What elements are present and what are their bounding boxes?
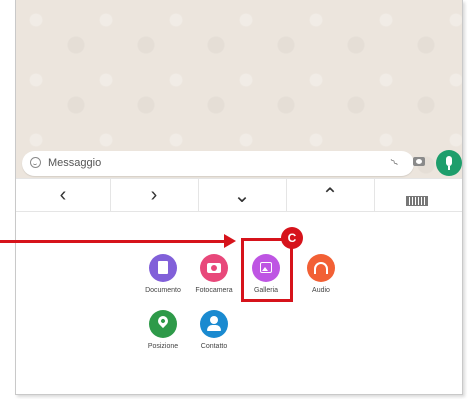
annotation-highlight-box xyxy=(241,238,293,302)
phone-screen: Messaggio ⌇ ‹ › ⌄ ⌃ Documento Fotocamera… xyxy=(15,0,463,395)
keyboard-icon[interactable] xyxy=(406,196,428,206)
microphone-button[interactable] xyxy=(436,150,462,176)
camera-icon[interactable] xyxy=(413,157,425,166)
key-left[interactable]: ‹ xyxy=(16,179,111,211)
camera-icon xyxy=(200,254,228,282)
key-up[interactable]: ⌃ xyxy=(286,179,375,211)
document-icon xyxy=(149,254,177,282)
attach-icon[interactable]: ⌇ xyxy=(388,156,401,169)
key-down[interactable]: ⌄ xyxy=(198,179,287,211)
contact-icon xyxy=(200,310,228,338)
annotation-arrow-head xyxy=(224,234,236,248)
key-right[interactable]: › xyxy=(110,179,199,211)
annotation-arrow-line xyxy=(0,240,225,243)
message-input-bar[interactable]: Messaggio ⌇ xyxy=(22,151,414,176)
attach-label: Audio xyxy=(312,287,330,294)
attach-label: Contatto xyxy=(200,343,228,350)
headphones-icon xyxy=(307,254,335,282)
attach-label: Fotocamera xyxy=(195,287,233,294)
arrow-key-row: ‹ › ⌄ ⌃ xyxy=(16,178,462,212)
emoji-icon[interactable] xyxy=(30,157,41,168)
attach-contatto[interactable]: Contatto xyxy=(184,310,244,350)
attach-audio[interactable]: Audio xyxy=(291,254,351,294)
message-input-placeholder[interactable]: Messaggio xyxy=(48,157,101,169)
attach-fotocamera[interactable]: Fotocamera xyxy=(184,254,244,294)
annotation-badge: C xyxy=(281,227,303,249)
location-pin-icon xyxy=(149,310,177,338)
